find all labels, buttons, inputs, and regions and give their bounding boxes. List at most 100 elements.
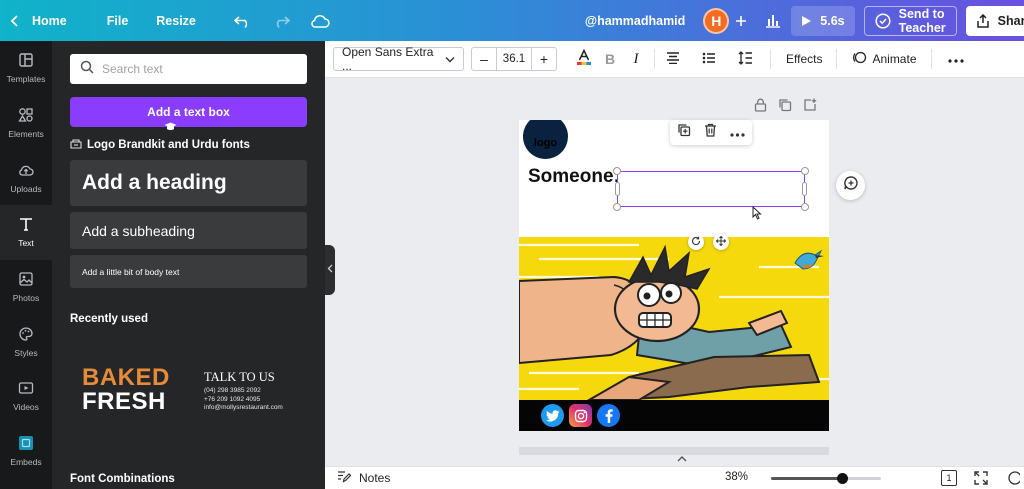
duplicate-element-icon[interactable] <box>677 123 691 142</box>
rail-label: Text <box>18 238 34 249</box>
notes-icon <box>337 470 352 486</box>
animate-button[interactable]: Animate <box>852 50 917 68</box>
rail-item-templates[interactable]: Templates <box>0 41 52 96</box>
send-to-teacher-button[interactable]: Send to Teacher <box>863 5 957 36</box>
resize-handle-top-right[interactable] <box>801 167 809 175</box>
increase-font-size-button[interactable]: + <box>532 51 556 67</box>
font-family-dropdown[interactable]: Open Sans Extra ... <box>333 45 464 73</box>
add-text-box-button[interactable]: Add a text box <box>70 97 307 127</box>
cloud-save-button[interactable] <box>300 0 340 41</box>
add-collaborator-button[interactable] <box>733 0 755 41</box>
resize-handle-left[interactable] <box>615 182 620 196</box>
selected-text-box[interactable] <box>613 167 809 211</box>
facebook-icon[interactable] <box>597 404 620 427</box>
move-button[interactable] <box>713 234 729 250</box>
logo-element[interactable]: logo <box>523 120 568 159</box>
fullscreen-icon[interactable] <box>974 471 988 488</box>
home-button[interactable]: Home <box>0 0 77 41</box>
cartoon-image[interactable] <box>519 237 829 402</box>
share-icon <box>976 13 990 28</box>
videos-icon <box>18 380 34 398</box>
more-horizontal-icon[interactable] <box>730 124 745 142</box>
italic-icon: I <box>633 50 639 67</box>
rotate-icon <box>691 233 701 251</box>
redo-button[interactable] <box>262 0 300 41</box>
page-count-button[interactable]: 1 <box>941 470 957 486</box>
avatar: H <box>703 7 730 34</box>
instagram-icon[interactable] <box>569 404 592 427</box>
rail-item-uploads[interactable]: Uploads <box>0 150 52 205</box>
plus-icon <box>735 15 747 27</box>
undo-button[interactable] <box>224 0 262 41</box>
rail-item-styles[interactable]: Styles <box>0 314 52 369</box>
notes-label: Notes <box>359 471 391 485</box>
resize-menu[interactable]: Resize <box>146 0 206 41</box>
share-button[interactable]: Share <box>965 5 1024 36</box>
trash-icon[interactable] <box>704 123 717 142</box>
text-color-icon <box>576 48 592 69</box>
rail-item-videos[interactable]: Videos <box>0 369 52 424</box>
font-combinations-title: Font Combinations <box>70 473 175 485</box>
lock-icon[interactable] <box>754 98 767 117</box>
element-floating-toolbar <box>670 120 752 145</box>
zoom-slider-fill <box>771 477 842 480</box>
spacing-button[interactable] <box>732 46 758 72</box>
design-page[interactable]: logo Someone: <box>519 120 829 431</box>
effects-button[interactable]: Effects <box>786 52 822 66</box>
duplicate-page-icon[interactable] <box>778 98 792 117</box>
page-actions <box>754 98 817 117</box>
collapse-panel-handle[interactable] <box>325 245 335 295</box>
resize-handle-bottom-left[interactable] <box>613 203 621 211</box>
resize-handle-right[interactable] <box>802 182 807 196</box>
someone-text-element[interactable]: Someone: <box>528 166 620 188</box>
add-subheading-card[interactable]: Add a subheading <box>70 212 307 249</box>
bold-button[interactable]: B <box>597 46 623 72</box>
resize-handle-bottom-right[interactable] <box>801 203 809 211</box>
align-button[interactable] <box>660 46 686 72</box>
move-icon <box>715 233 727 251</box>
rail-item-elements[interactable]: Elements <box>0 96 52 151</box>
recent-font-combo-card[interactable]: BAKED FRESH TALK TO US (04) 298 3985 209… <box>70 356 307 436</box>
graduation-cap-icon <box>164 118 177 136</box>
chevron-up-icon[interactable] <box>677 454 687 465</box>
add-heading-card[interactable]: Add a heading <box>70 160 307 206</box>
decrease-font-size-button[interactable]: – <box>472 51 496 67</box>
bold-icon: B <box>604 51 616 67</box>
toolbar-divider <box>770 49 771 69</box>
font-size-input[interactable]: 36.1 <box>496 48 532 70</box>
list-button[interactable] <box>696 46 722 72</box>
more-options-button[interactable] <box>943 46 969 72</box>
bar-chart-icon <box>765 13 781 28</box>
text-color-button[interactable] <box>571 46 597 72</box>
search-input[interactable] <box>102 62 292 76</box>
zoom-slider[interactable] <box>771 473 881 484</box>
present-play-button[interactable]: 5.6s <box>791 5 855 36</box>
zoom-percentage[interactable]: 38% <box>725 471 748 483</box>
add-page-icon[interactable] <box>803 98 817 117</box>
file-label: File <box>106 13 129 28</box>
file-menu[interactable]: File <box>97 0 139 41</box>
zoom-slider-knob[interactable] <box>837 473 848 484</box>
top-bar: Home File Resize @hammadhamid H 5.6s Sen… <box>0 0 1024 41</box>
baked-fresh-preview: BAKED FRESH <box>82 366 170 414</box>
resize-label: Resize <box>156 13 196 28</box>
embeds-icon <box>18 435 34 453</box>
italic-button[interactable]: I <box>623 46 649 72</box>
twitter-icon[interactable] <box>541 404 564 427</box>
resize-handle-top-left[interactable] <box>613 167 621 175</box>
add-comment-button[interactable] <box>836 171 865 200</box>
rail-item-embeds[interactable]: Embeds <box>0 424 52 479</box>
add-body-text-card[interactable]: Add a little bit of body text <box>70 255 307 288</box>
rail-item-text[interactable]: Text <box>0 205 52 260</box>
rotate-button[interactable] <box>688 234 704 250</box>
search-icon <box>80 60 94 79</box>
avatar-button[interactable]: H <box>695 0 733 41</box>
rail-item-photos[interactable]: Photos <box>0 260 52 315</box>
chevron-left-icon <box>10 14 20 27</box>
send-to-teacher-label: Send to Teacher <box>898 6 946 35</box>
animate-label: Animate <box>872 52 917 66</box>
insights-button[interactable] <box>755 0 791 41</box>
notes-button[interactable]: Notes <box>337 470 390 486</box>
search-box[interactable] <box>70 54 307 84</box>
help-icon[interactable] <box>1008 471 1022 488</box>
